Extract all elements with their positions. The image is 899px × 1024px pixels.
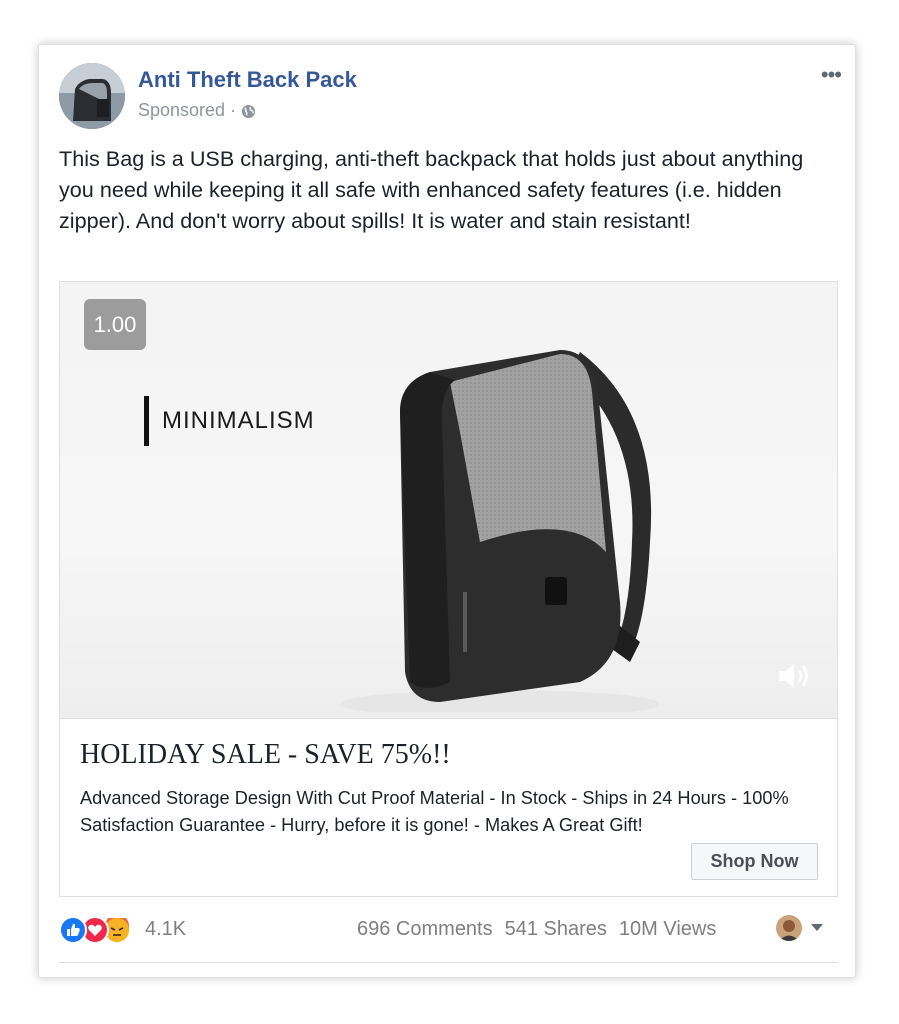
post-meta: Sponsored ·	[138, 100, 256, 121]
page-avatar[interactable]	[59, 63, 125, 129]
post-body-text: This Bag is a USB charging, anti-theft b…	[59, 146, 804, 233]
link-preview[interactable]: HOLIDAY SALE - SAVE 75%!! Advanced Stora…	[59, 719, 838, 897]
post-stats: 696 Comments 541 Shares 10M Views	[357, 918, 716, 941]
post-as-selector[interactable]	[776, 915, 824, 941]
shop-now-button[interactable]: Shop Now	[691, 843, 818, 880]
more-options-icon[interactable]: •••	[821, 64, 842, 86]
chevron-down-icon[interactable]	[810, 919, 824, 937]
backpack-image	[340, 350, 660, 712]
link-description: Advanced Storage Design With Cut Proof M…	[80, 788, 789, 835]
reaction-count[interactable]: 4.1K	[145, 918, 186, 941]
post-footer: 4.1K 696 Comments 541 Shares 10M Views	[59, 913, 838, 947]
volume-icon[interactable]	[777, 661, 815, 696]
link-title[interactable]: HOLIDAY SALE - SAVE 75%!!	[80, 739, 451, 771]
views-count[interactable]: 10M Views	[619, 918, 716, 941]
footer-divider	[59, 962, 838, 963]
globe-icon[interactable]	[241, 103, 256, 119]
comments-count[interactable]: 696 Comments	[357, 918, 493, 941]
page-name-link[interactable]: Anti Theft Back Pack	[138, 67, 357, 93]
video-caption-text: MINIMALISM	[162, 407, 315, 434]
caption-bar	[144, 396, 149, 446]
reactions-summary[interactable]	[59, 914, 131, 944]
sponsored-post-card: Anti Theft Back Pack Sponsored · ••• Thi…	[38, 44, 856, 978]
like-reaction-icon	[59, 916, 87, 944]
shares-count[interactable]: 541 Shares	[505, 918, 607, 941]
video-player[interactable]: 1.00 MINIMALISM	[59, 281, 838, 719]
backpack-thumbnail-icon	[59, 63, 125, 129]
user-avatar	[776, 915, 802, 941]
playback-speed-badge[interactable]: 1.00	[84, 299, 146, 350]
video-caption: MINIMALISM	[144, 396, 315, 446]
meta-separator: ·	[230, 100, 237, 120]
sponsored-label[interactable]: Sponsored	[138, 100, 225, 121]
